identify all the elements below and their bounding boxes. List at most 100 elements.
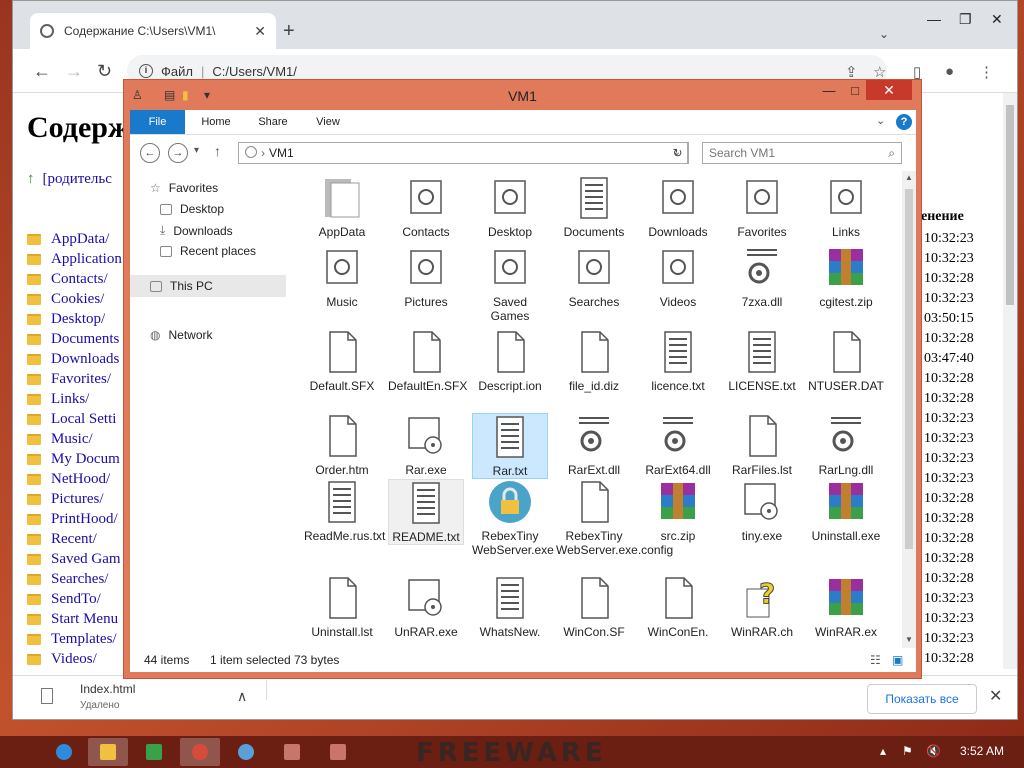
file-item[interactable]: Links [808, 175, 884, 239]
back-icon[interactable]: ← [33, 61, 51, 82]
reload-icon[interactable]: ↻ [97, 61, 112, 82]
nav-downloads[interactable]: ⤓ Downloads [160, 223, 233, 238]
file-item[interactable]: LICENSE.txt [724, 329, 800, 393]
dir-link[interactable]: Pictures/ [27, 489, 122, 509]
menu-icon[interactable]: ⋮ [979, 63, 994, 81]
details-view-icon[interactable]: ☷ [870, 653, 881, 667]
help-icon[interactable]: ? [896, 114, 912, 130]
file-item[interactable]: WhatsNew. [472, 575, 548, 639]
minimize-icon[interactable]: — [927, 11, 941, 27]
dir-link[interactable]: Favorites/ [27, 369, 122, 389]
file-item[interactable]: src.zip [640, 479, 716, 543]
file-item[interactable]: RarFiles.lst [724, 413, 800, 477]
explorer-scroll-thumb[interactable] [905, 189, 913, 549]
file-item[interactable]: NTUSER.DAT [808, 329, 884, 393]
breadcrumb-vm1[interactable]: VM1 [269, 146, 294, 160]
nav-network[interactable]: ◍ Network [150, 328, 213, 342]
file-item[interactable]: 7zxa.dll [724, 245, 800, 309]
search-icon[interactable]: ⌕ [888, 143, 895, 163]
close-tab-icon[interactable]: ✕ [254, 23, 266, 40]
dir-link[interactable]: Start Menu [27, 609, 122, 629]
dir-link[interactable]: My Docum [27, 449, 122, 469]
file-item[interactable]: RarExt64.dll [640, 413, 716, 477]
file-item[interactable]: Desktop [472, 175, 548, 239]
forward-icon[interactable]: → [65, 61, 83, 82]
explorer-scrollbar[interactable]: ▲ ▼ [902, 171, 916, 648]
close-window-icon[interactable]: ✕ [991, 11, 1003, 28]
ribbon-tab-file[interactable]: File [130, 110, 185, 134]
taskbar-file-explorer[interactable] [88, 738, 128, 766]
taskbar-chrome[interactable] [180, 738, 220, 766]
file-item[interactable]: Saved Games [472, 245, 548, 323]
file-item[interactable]: ReadMe.rus.txt [304, 479, 385, 543]
dir-link[interactable]: Searches/ [27, 569, 122, 589]
file-item[interactable]: ? WinRAR.ch [724, 575, 800, 640]
file-item[interactable]: Searches [556, 245, 632, 309]
taskbar-clock[interactable]: 3:52 AM [960, 744, 1004, 758]
tab-search-icon[interactable]: ⌄ [879, 27, 889, 41]
taskbar-app[interactable] [134, 738, 174, 766]
file-item[interactable]: Rar.txt [472, 413, 548, 479]
file-item[interactable]: Music [304, 245, 380, 309]
file-item[interactable]: DefaultEn.SFX [388, 329, 467, 393]
explorer-forward-icon[interactable]: → [168, 143, 188, 163]
file-item[interactable]: Uninstall.exe [808, 479, 884, 543]
file-item[interactable]: Videos [640, 245, 716, 309]
file-item[interactable]: WinCon.SF [556, 575, 632, 639]
file-item[interactable]: tiny.exe [724, 479, 800, 543]
scroll-up-icon[interactable]: ▲ [905, 173, 913, 182]
taskbar-app-4[interactable] [318, 738, 358, 766]
new-tab-button[interactable]: + [283, 21, 295, 41]
explorer-titlebar[interactable]: ♙ ▤ ▮ ▾ VM1 — □ ✕ [124, 80, 921, 110]
file-item[interactable]: Uninstall.lst [304, 575, 380, 639]
large-icons-view-icon[interactable]: ▣ [892, 653, 903, 667]
file-item[interactable]: Contacts [388, 175, 464, 239]
dir-link[interactable]: Recent/ [27, 529, 122, 549]
nav-favorites[interactable]: ☆ Favorites [150, 181, 218, 195]
flag-icon[interactable]: ⚑ [902, 744, 913, 758]
dir-link[interactable]: Saved Gam [27, 549, 122, 569]
close-download-bar-icon[interactable]: ✕ [989, 686, 1002, 706]
dir-link[interactable]: Templates/ [27, 629, 122, 649]
dir-link[interactable]: Application [27, 249, 122, 269]
profile-avatar-icon[interactable]: ● [945, 63, 954, 80]
file-item[interactable]: Default.SFX [304, 329, 380, 393]
dir-link[interactable]: Cookies/ [27, 289, 122, 309]
scroll-thumb[interactable] [1006, 105, 1014, 305]
taskbar-app-2[interactable] [226, 738, 266, 766]
dir-link[interactable]: Contacts/ [27, 269, 122, 289]
dir-link[interactable]: Desktop/ [27, 309, 122, 329]
download-item[interactable]: Index.html Удалено ∧ [25, 680, 866, 719]
browser-tab[interactable]: Содержание C:\Users\VM1\ ✕ [30, 13, 276, 49]
ribbon-expand-icon[interactable]: ⌄ [876, 114, 885, 127]
up-folder-icon[interactable]: ↑ [214, 143, 221, 159]
nav-recent-places[interactable]: Recent places [160, 244, 256, 258]
dir-link[interactable]: Links/ [27, 389, 122, 409]
file-item[interactable]: Downloads [640, 175, 716, 239]
dir-link[interactable]: NetHood/ [27, 469, 122, 489]
tray-arrow-icon[interactable]: ▴ [880, 744, 886, 758]
file-item[interactable]: Pictures [388, 245, 464, 309]
file-item[interactable]: UnRAR.exe [388, 575, 464, 639]
dir-link[interactable]: SendTo/ [27, 589, 122, 609]
page-scrollbar[interactable] [1003, 93, 1017, 669]
file-item[interactable]: cgitest.zip [808, 245, 884, 309]
taskbar-ie[interactable] [44, 738, 84, 766]
info-icon[interactable]: i [139, 64, 153, 78]
explorer-maximize-icon[interactable]: □ [844, 82, 866, 102]
volume-icon[interactable]: 🔇 [926, 744, 941, 758]
explorer-address-bar[interactable]: › VM1 ⌄ [238, 142, 688, 164]
file-item[interactable]: file_id.diz [556, 329, 632, 393]
file-item[interactable]: Documents [556, 175, 632, 239]
file-item[interactable]: Favorites [724, 175, 800, 239]
dir-link[interactable]: Local Setti [27, 409, 122, 429]
file-item[interactable]: Rar.exe [388, 413, 464, 477]
ribbon-tab-share[interactable]: Share [250, 110, 296, 134]
refresh-icon[interactable]: ↻ [667, 142, 689, 164]
show-all-button[interactable]: Показать все [867, 684, 977, 714]
file-item[interactable]: RarLng.dll [808, 413, 884, 477]
file-item[interactable]: RarExt.dll [556, 413, 632, 477]
file-item[interactable]: Order.htm [304, 413, 380, 477]
explorer-minimize-icon[interactable]: — [814, 82, 844, 102]
maximize-icon[interactable]: ❐ [959, 11, 972, 28]
